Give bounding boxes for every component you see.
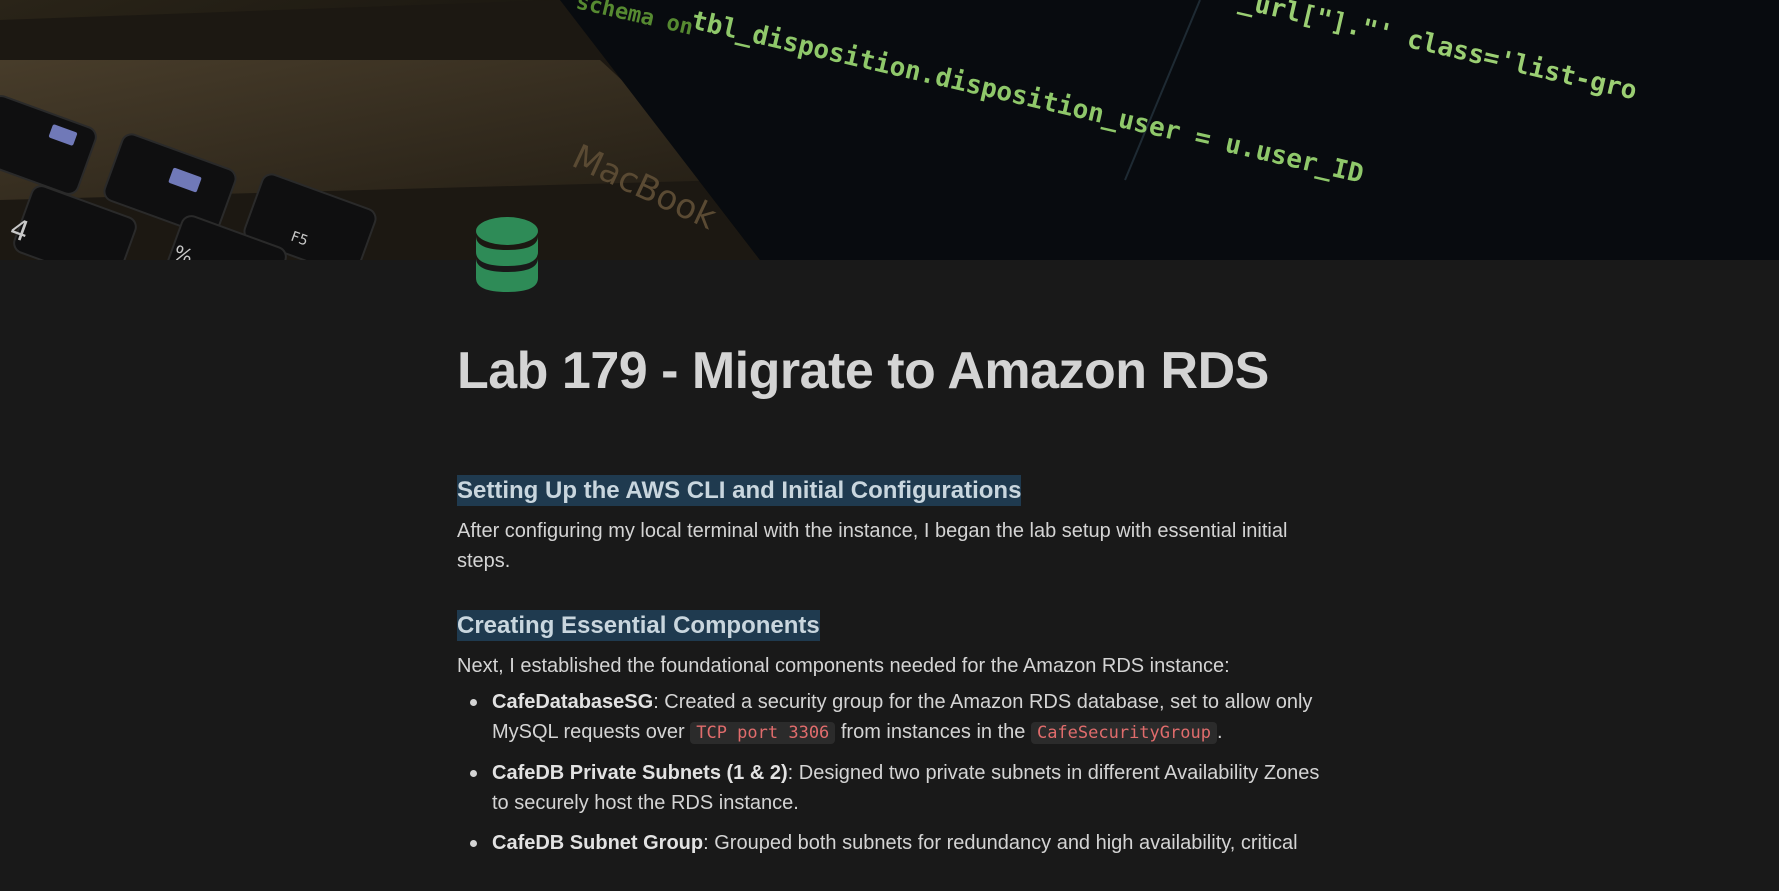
section-paragraph: Next, I established the foundational com…	[457, 654, 1230, 677]
list-item: CafeDB Private Subnets (1 & 2): Designed…	[470, 758, 1337, 818]
inline-code: TCP port 3306	[690, 721, 836, 744]
components-list: CafeDatabaseSG: Created a security group…	[457, 687, 1337, 858]
section-heading-aws-cli: Setting Up the AWS CLI and Initial Confi…	[457, 475, 1022, 507]
list-item: CafeDatabaseSG: Created a security group…	[470, 687, 1337, 748]
page-content: Lab 179 - Migrate to Amazon RDS Setting …	[457, 340, 1337, 868]
page-title: Lab 179 - Migrate to Amazon RDS	[457, 342, 1269, 400]
cover-illustration: F5 4 % MacBook schema on tbl_disposition…	[0, 0, 1779, 260]
database-icon[interactable]	[474, 216, 540, 296]
section-paragraph: After configuring my local terminal with…	[457, 520, 1288, 573]
section-heading-components: Creating Essential Components	[457, 610, 820, 642]
cover-image: F5 4 % MacBook schema on tbl_disposition…	[0, 0, 1779, 260]
inline-code: CafeSecurityGroup	[1030, 721, 1217, 744]
list-item: CafeDB Subnet Group: Grouped both subnet…	[470, 828, 1337, 858]
